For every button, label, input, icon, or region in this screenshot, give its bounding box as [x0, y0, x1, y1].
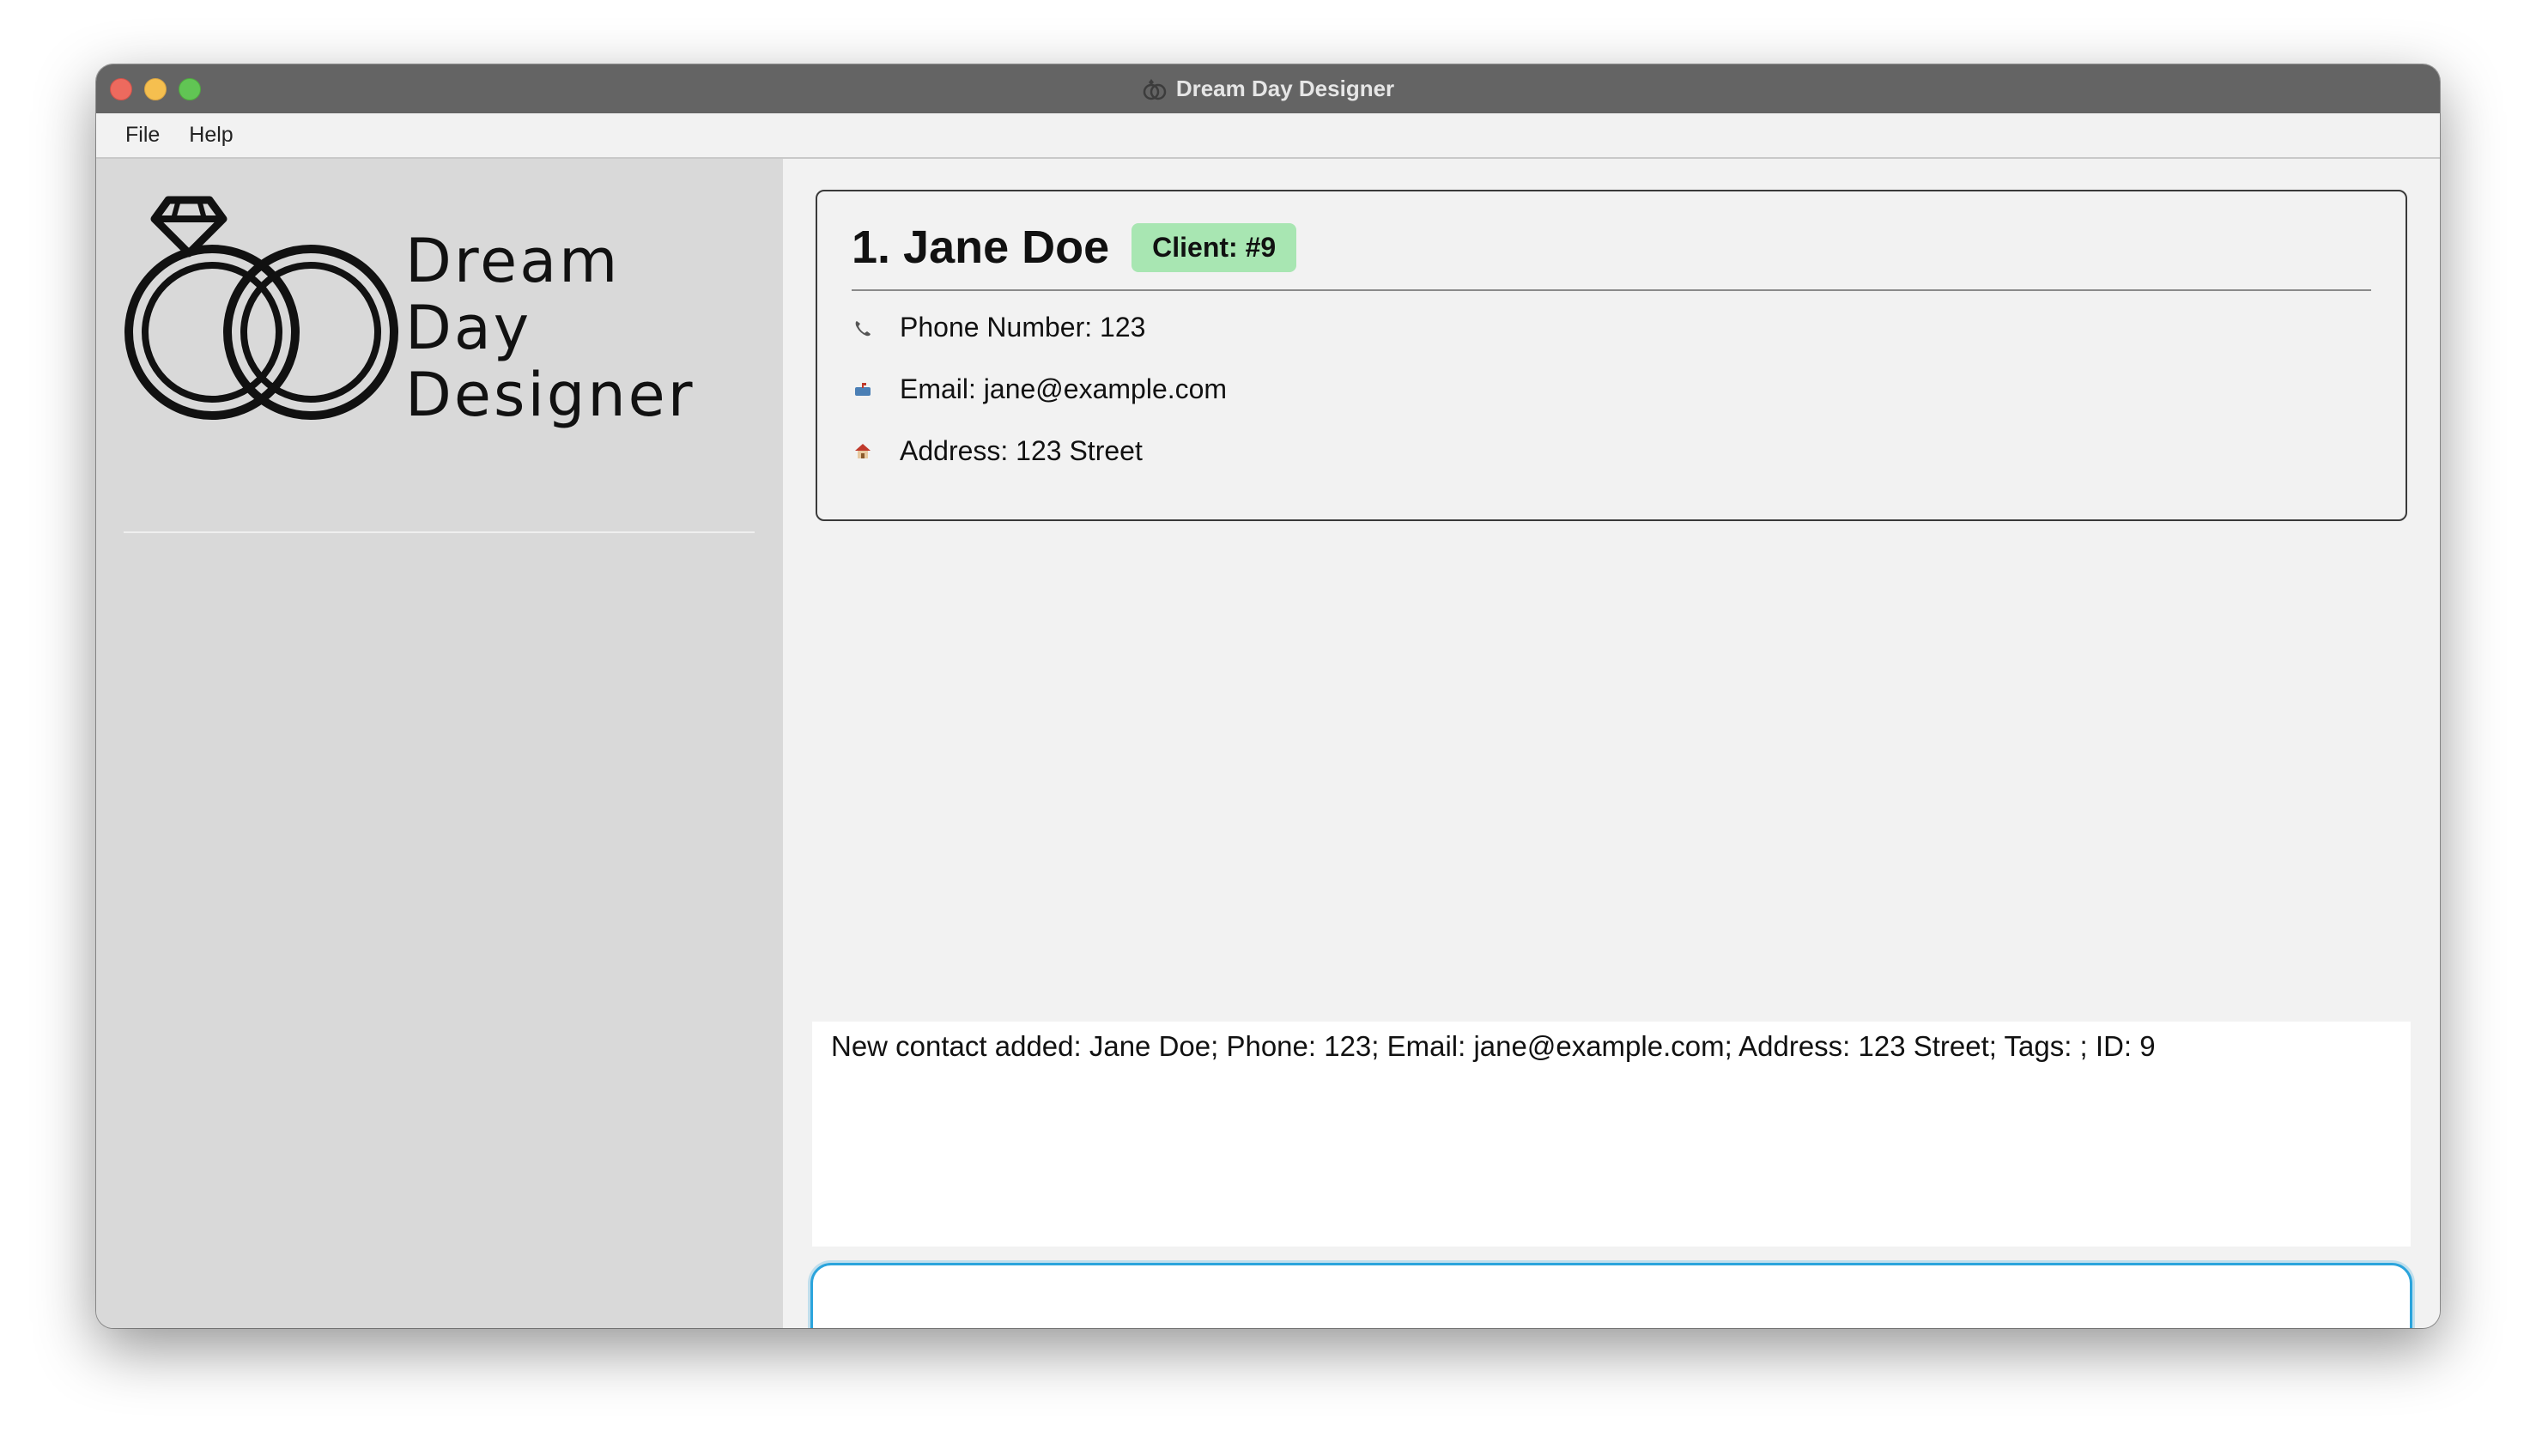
logo-line-2: Day [405, 293, 532, 363]
client-badge: Client: #9 [1131, 222, 1297, 272]
menu-help[interactable]: Help [189, 123, 233, 148]
wedding-rings-logo-icon [124, 196, 398, 420]
result-message: New contact added: Jane Doe; Phone: 123;… [831, 1030, 2156, 1062]
sidebar: Dream Day Designer [96, 159, 783, 1328]
house-icon [855, 443, 871, 458]
sidebar-divider [124, 531, 755, 533]
card-divider [852, 289, 2371, 291]
menu-file[interactable]: File [125, 123, 160, 148]
logo-line-1: Dream [405, 226, 621, 296]
title-bar: Dream Day Designer [96, 64, 2440, 114]
menu-bar: File Help [96, 113, 2440, 159]
client-name: 1. Jane Doe [852, 221, 1110, 273]
window-title-text: Dream Day Designer [1175, 76, 1395, 101]
result-display: New contact added: Jane Doe; Phone: 123;… [812, 1022, 2411, 1247]
main-panel: 1. Jane Doe Client: #9 Phone Number: 123… [783, 159, 2440, 1328]
client-card-header: 1. Jane Doe Client: #9 [852, 221, 1297, 274]
logo-wordmark: Dream Day Designer [405, 228, 695, 428]
window-title: Dream Day Designer [96, 64, 2440, 113]
app-window: Dream Day Designer File Help Dream Day D… [96, 64, 2440, 1328]
address-text: Address: 123 Street [900, 435, 1143, 466]
rings-icon [1143, 78, 1167, 100]
client-card[interactable]: 1. Jane Doe Client: #9 Phone Number: 123… [816, 190, 2407, 521]
phone-icon [855, 320, 871, 336]
email-text: Email: jane@example.com [900, 373, 1228, 404]
logo-line-3: Designer [405, 360, 695, 430]
phone-field: Phone Number: 123 [852, 312, 1145, 343]
phone-text: Phone Number: 123 [900, 312, 1146, 343]
address-field: Address: 123 Street [852, 435, 1143, 467]
mailbox-icon [855, 382, 871, 396]
command-input[interactable] [810, 1263, 2412, 1328]
email-field: Email: jane@example.com [852, 373, 1227, 405]
